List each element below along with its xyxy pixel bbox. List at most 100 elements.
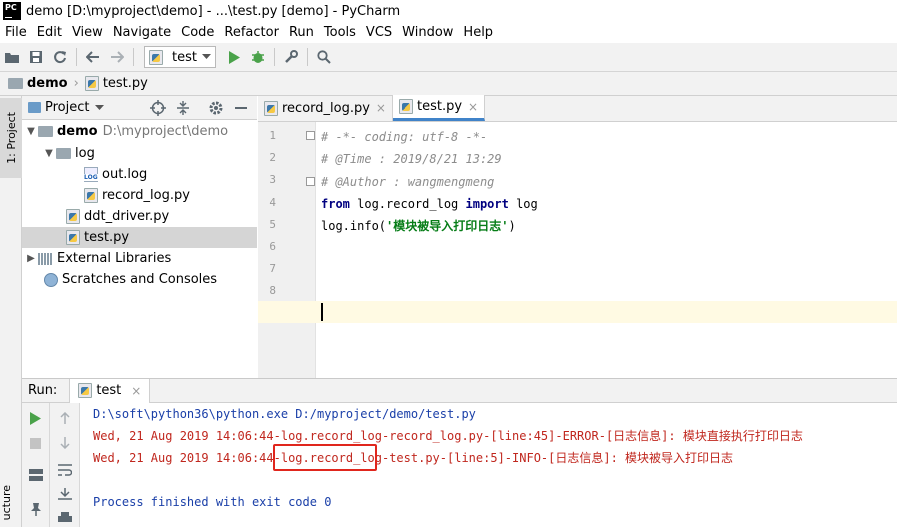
- menu-view[interactable]: View: [67, 25, 108, 40]
- tab-label: test.py: [416, 99, 463, 114]
- minimize-icon: [235, 107, 247, 109]
- navigation-breadcrumb: demo › test.py: [0, 72, 897, 96]
- locate-file-button[interactable]: [150, 100, 166, 120]
- scroll-to-end-button[interactable]: [50, 483, 79, 505]
- pycharm-window: PC demo [D:\myproject\demo] - ...\test.p…: [0, 0, 897, 527]
- tree-item-path: D:\myproject\demo: [102, 124, 229, 139]
- tree-item-record-log-py[interactable]: record_log.py: [22, 185, 257, 206]
- menu-vcs[interactable]: VCS: [361, 25, 397, 40]
- menu-code[interactable]: Code: [176, 25, 219, 40]
- line-number: 4: [269, 196, 276, 209]
- menu-edit[interactable]: Edit: [32, 25, 67, 40]
- code-text: ): [508, 219, 516, 233]
- search-everywhere-button[interactable]: [312, 45, 336, 69]
- toolbar-separator: [307, 48, 308, 66]
- project-tool-tab[interactable]: 1: Project: [0, 98, 22, 178]
- pin-tab-button[interactable]: [22, 498, 49, 520]
- editor-gutter: 1 2 3 4 5 6 7 8 9: [258, 122, 316, 378]
- menu-run[interactable]: Run: [284, 25, 319, 40]
- save-all-button[interactable]: [24, 45, 48, 69]
- pin-icon: [30, 503, 41, 516]
- arrow-down-icon: [59, 437, 70, 449]
- chevron-down-icon[interactable]: ▼: [24, 126, 38, 137]
- stop-icon: [30, 437, 41, 449]
- tree-item-log[interactable]: ▼ log: [22, 143, 257, 164]
- chevron-down-icon[interactable]: ▼: [42, 148, 56, 159]
- menu-file[interactable]: File: [0, 25, 32, 40]
- close-icon[interactable]: ×: [376, 101, 386, 115]
- code-keyword: from: [321, 197, 350, 211]
- tab-record-log-py[interactable]: record_log.py ×: [258, 95, 393, 121]
- arrow-left-icon: [86, 51, 99, 63]
- gear-icon: [209, 101, 223, 115]
- debug-button[interactable]: [246, 45, 270, 69]
- run-console[interactable]: D:\soft\python36\python.exe D:/myproject…: [80, 403, 897, 527]
- settings-button[interactable]: [279, 45, 303, 69]
- run-button[interactable]: [222, 45, 246, 69]
- line-number: 1: [269, 129, 276, 142]
- open-folder-button[interactable]: [0, 45, 24, 69]
- back-button[interactable]: [81, 45, 105, 69]
- tree-item-ddt-driver-py[interactable]: ddt_driver.py: [22, 206, 257, 227]
- layout-button[interactable]: [22, 464, 49, 486]
- menu-tools[interactable]: Tools: [319, 25, 361, 40]
- stop-button[interactable]: [22, 432, 49, 454]
- tree-item-label: out.log: [102, 167, 148, 182]
- menu-navigate[interactable]: Navigate: [108, 25, 176, 40]
- code-string: '模块被导入打印日志': [386, 219, 509, 233]
- run-configuration-select[interactable]: test: [144, 46, 216, 68]
- fold-marker-icon[interactable]: [306, 131, 315, 140]
- tree-item-demo[interactable]: ▼ demo D:\myproject\demo: [22, 121, 257, 142]
- folder-icon: [38, 126, 53, 137]
- soft-wrap-button[interactable]: [50, 459, 79, 481]
- title-bar: PC demo [D:\myproject\demo] - ...\test.p…: [0, 0, 897, 22]
- pycharm-logo-icon: PC: [3, 2, 21, 20]
- breadcrumb-project[interactable]: demo: [8, 76, 68, 91]
- collapse-all-button[interactable]: [176, 100, 190, 120]
- tree-item-label: External Libraries: [57, 251, 172, 266]
- run-tab-test[interactable]: test ×: [69, 378, 151, 403]
- code-editor[interactable]: # -*- coding: utf-8 -*- # @Time : 2019/8…: [258, 122, 897, 378]
- main-toolbar: test: [0, 43, 897, 72]
- chevron-down-icon[interactable]: [95, 104, 105, 111]
- panel-settings-button[interactable]: [208, 100, 224, 120]
- project-view-selector[interactable]: Project: [45, 100, 89, 115]
- soft-wrap-icon: [57, 464, 72, 476]
- python-file-icon: [66, 209, 80, 224]
- python-file-icon: [398, 99, 413, 114]
- run-panel-label: Run:: [28, 383, 58, 398]
- scratches-icon: [44, 272, 58, 287]
- close-icon[interactable]: ×: [468, 100, 478, 114]
- tree-item-external-libraries[interactable]: ▶ External Libraries: [22, 248, 257, 269]
- tree-item-out-log[interactable]: out.log: [22, 164, 257, 185]
- code-line: log.info('模块被导入打印日志'): [321, 215, 516, 237]
- chevron-right-icon[interactable]: ▶: [24, 253, 38, 264]
- breadcrumb-file[interactable]: test.py: [84, 76, 148, 91]
- hide-panel-button[interactable]: [234, 100, 248, 120]
- run-tab-label: test: [96, 383, 122, 398]
- rerun-button[interactable]: [22, 407, 49, 429]
- scroll-down-button[interactable]: [50, 432, 79, 454]
- line-number: 5: [269, 218, 276, 231]
- menu-refactor[interactable]: Refactor: [219, 25, 284, 40]
- print-button[interactable]: [50, 507, 79, 527]
- menu-help[interactable]: Help: [458, 25, 498, 40]
- python-file-icon: [84, 76, 99, 91]
- tree-item-scratches[interactable]: Scratches and Consoles: [22, 269, 257, 290]
- close-icon[interactable]: ×: [131, 384, 141, 398]
- save-icon: [30, 51, 42, 63]
- project-panel-header: Project: [22, 96, 257, 120]
- tab-test-py[interactable]: test.py ×: [392, 95, 486, 121]
- tree-item-label: record_log.py: [102, 188, 190, 203]
- menu-window[interactable]: Window: [397, 25, 458, 40]
- scroll-up-button[interactable]: [50, 407, 79, 429]
- python-file-icon: [264, 100, 278, 116]
- tree-item-test-py[interactable]: test.py: [22, 227, 257, 248]
- synchronize-button[interactable]: [48, 45, 72, 69]
- code-text: log.record_log: [349, 197, 466, 211]
- structure-tool-tab[interactable]: ucture: [0, 485, 22, 527]
- forward-button[interactable]: [105, 45, 129, 69]
- line-number: 7: [269, 262, 276, 275]
- collapse-icon: [177, 101, 189, 115]
- fold-marker-icon[interactable]: [306, 177, 315, 186]
